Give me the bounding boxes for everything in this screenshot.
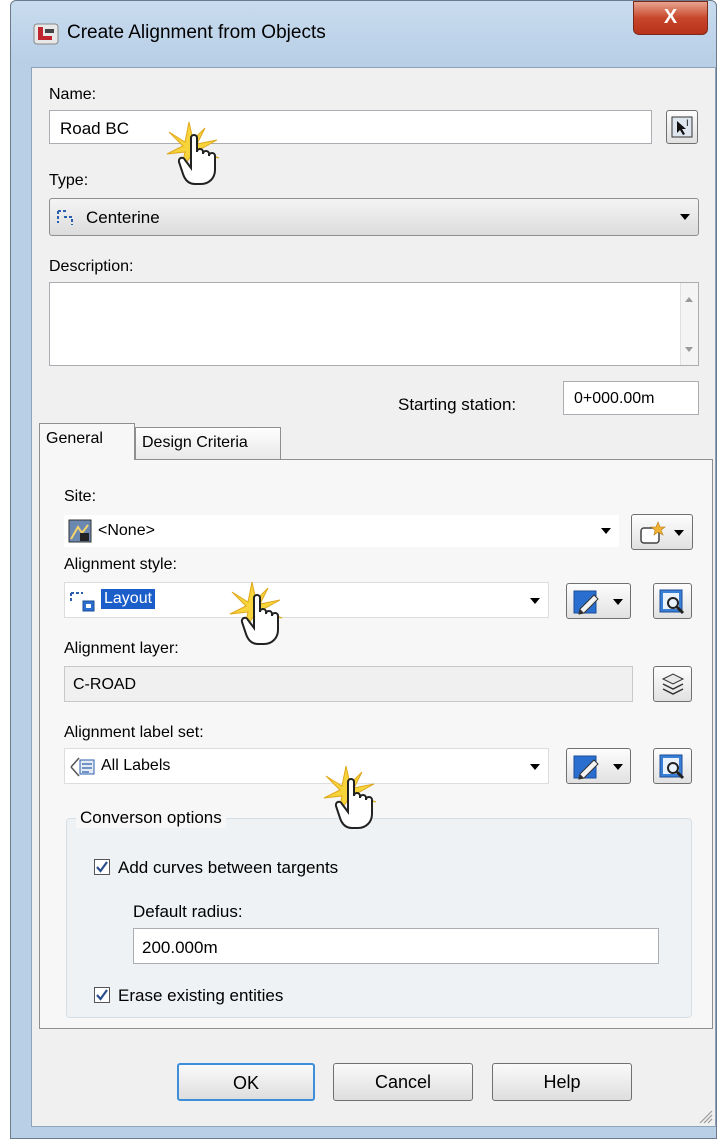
magnifier-icon bbox=[659, 754, 685, 780]
label-set-preview-button[interactable] bbox=[653, 748, 692, 784]
description-label: Description: bbox=[49, 258, 134, 275]
general-tab-panel: Site: <None> Alignment style: Layout Ali… bbox=[39, 459, 713, 1029]
svg-text:I: I bbox=[686, 119, 689, 129]
click-pointer-icon bbox=[323, 765, 377, 829]
type-dropdown[interactable]: Centerine bbox=[49, 198, 699, 236]
tab-general-label: General bbox=[46, 430, 103, 447]
create-site-button[interactable] bbox=[631, 514, 693, 550]
type-dropdown-value: Centerine bbox=[86, 208, 160, 227]
close-icon: X bbox=[663, 6, 678, 28]
chevron-down-icon bbox=[674, 530, 684, 536]
magnifier-icon bbox=[659, 589, 685, 615]
alignment-style-icon bbox=[70, 592, 95, 612]
chevron-down-icon bbox=[530, 764, 540, 770]
create-site-icon bbox=[640, 521, 666, 544]
label-set-icon bbox=[70, 757, 95, 777]
alignment-style-dropdown[interactable]: Layout bbox=[64, 582, 549, 618]
default-radius-value: 200.000m bbox=[142, 938, 218, 957]
description-scrollbar[interactable] bbox=[680, 283, 698, 365]
alignment-label-set-label: Alignment label set: bbox=[64, 724, 204, 741]
scroll-down-icon[interactable] bbox=[685, 347, 693, 352]
name-input[interactable]: Road BC bbox=[49, 110, 652, 144]
tab-design-criteria-label: Design Criteria bbox=[142, 434, 248, 451]
civil3d-app-icon bbox=[33, 21, 59, 47]
alignment-layer-button[interactable] bbox=[653, 666, 692, 702]
name-input-value: Road BC bbox=[60, 119, 129, 138]
site-dropdown[interactable]: <None> bbox=[64, 515, 619, 547]
name-template-icon: I bbox=[671, 116, 693, 138]
alignment-layer-field: C-ROAD bbox=[64, 666, 633, 702]
ok-button[interactable]: OK bbox=[177, 1063, 315, 1101]
add-curves-checkbox[interactable] bbox=[94, 859, 110, 875]
starting-station-value: 0+000.00m bbox=[574, 390, 655, 407]
alignment-label-set-dropdown[interactable]: All Labels bbox=[64, 748, 549, 784]
name-template-button[interactable]: I bbox=[666, 110, 698, 144]
chevron-down-icon bbox=[601, 528, 611, 534]
starting-station-input[interactable]: 0+000.00m bbox=[563, 381, 699, 415]
alignment-style-preview-button[interactable] bbox=[653, 583, 692, 619]
title-bar[interactable]: Create Alignment from Objects X bbox=[11, 1, 717, 67]
label-set-edit-button[interactable] bbox=[566, 748, 631, 784]
click-pointer-icon bbox=[229, 581, 283, 645]
centerline-icon bbox=[57, 210, 73, 225]
layers-icon bbox=[661, 673, 685, 695]
chevron-down-icon bbox=[613, 764, 623, 770]
site-dropdown-value: <None> bbox=[98, 522, 155, 539]
checkmark-icon bbox=[96, 861, 108, 873]
cancel-button-label: Cancel bbox=[374, 1072, 432, 1092]
alignment-layer-label: Alignment layer: bbox=[64, 640, 179, 657]
default-radius-label: Default radius: bbox=[133, 902, 243, 921]
click-pointer-icon bbox=[166, 121, 220, 185]
chevron-down-icon bbox=[613, 599, 623, 605]
ok-button-label: OK bbox=[232, 1073, 259, 1093]
window-title: Create Alignment from Objects bbox=[67, 22, 326, 43]
name-label: Name: bbox=[49, 86, 97, 103]
dialog-window: Create Alignment from Objects X Name: Ro… bbox=[10, 0, 717, 1139]
help-button-label: Help bbox=[543, 1072, 581, 1092]
chevron-down-icon bbox=[530, 598, 540, 604]
erase-entities-label[interactable]: Erase existing entities bbox=[118, 986, 283, 1006]
conversion-options-label: Converson options bbox=[76, 808, 226, 828]
checkmark-icon bbox=[96, 989, 108, 1001]
edit-style-icon bbox=[573, 590, 599, 615]
resize-grip-icon[interactable] bbox=[695, 1106, 713, 1124]
scroll-up-icon[interactable] bbox=[685, 297, 693, 302]
site-label: Site: bbox=[64, 488, 97, 505]
chevron-down-icon bbox=[680, 214, 690, 220]
type-label: Type: bbox=[49, 172, 89, 189]
starting-station-label: Starting station: bbox=[398, 395, 517, 414]
tab-general[interactable]: General bbox=[39, 423, 135, 460]
help-button[interactable]: Help bbox=[492, 1063, 632, 1101]
erase-entities-checkbox[interactable] bbox=[94, 987, 110, 1003]
alignment-style-edit-button[interactable] bbox=[566, 583, 631, 619]
site-icon bbox=[68, 519, 92, 543]
close-button[interactable]: X bbox=[633, 1, 708, 35]
cancel-button[interactable]: Cancel bbox=[333, 1063, 473, 1101]
description-textarea[interactable] bbox=[49, 282, 699, 366]
tab-design-criteria[interactable]: Design Criteria bbox=[135, 427, 281, 460]
alignment-style-value: Layout bbox=[101, 589, 156, 609]
alignment-layer-value: C-ROAD bbox=[73, 676, 137, 693]
dialog-client-area: Name: Road BC I Type: Centerine Descript… bbox=[31, 67, 716, 1127]
alignment-style-label: Alignment style: bbox=[64, 556, 177, 573]
edit-style-icon bbox=[573, 755, 599, 780]
add-curves-label[interactable]: Add curves between targents bbox=[118, 858, 338, 878]
default-radius-input[interactable]: 200.000m bbox=[133, 928, 659, 964]
alignment-label-set-value: All Labels bbox=[101, 757, 171, 774]
